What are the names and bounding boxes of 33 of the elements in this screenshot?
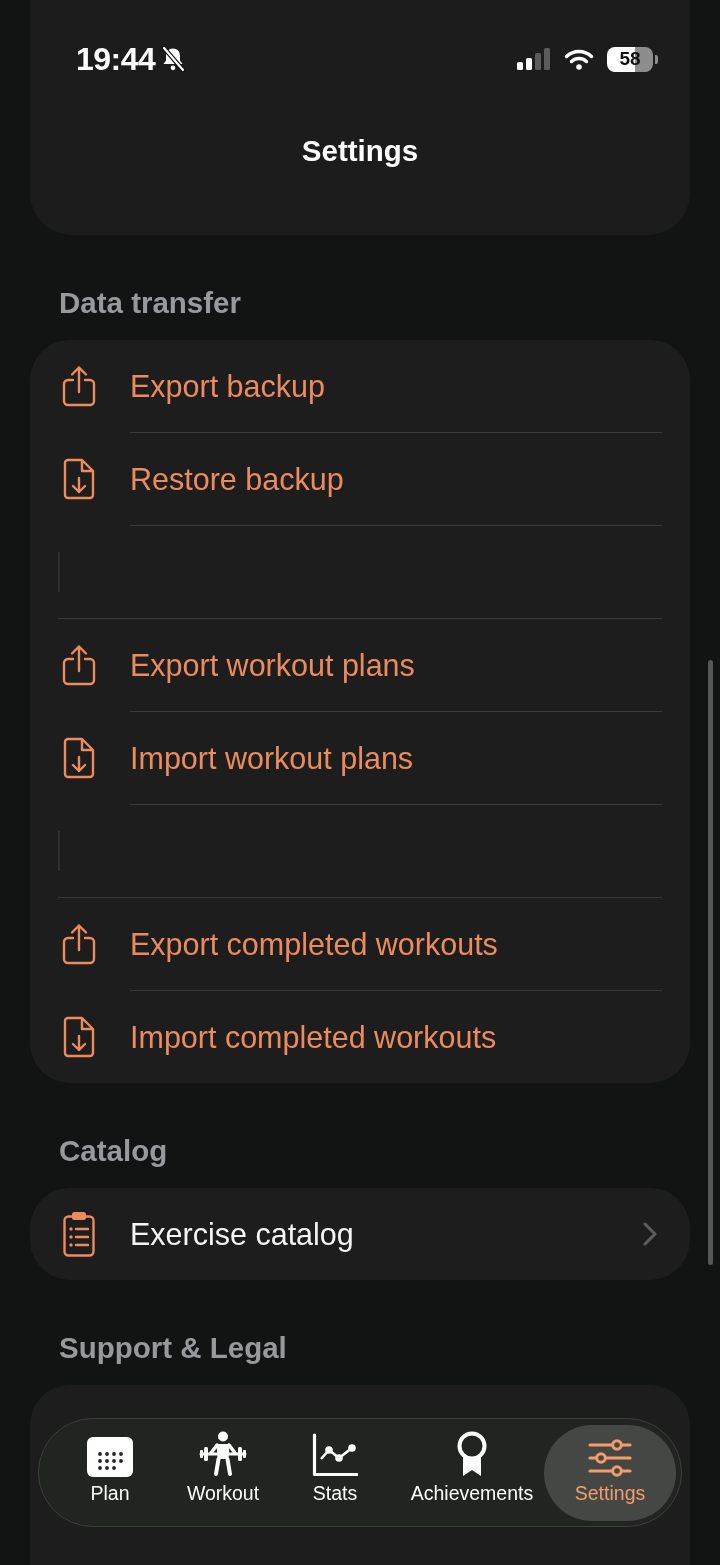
chevron-icon bbox=[643, 1222, 657, 1246]
document-download-icon bbox=[62, 458, 96, 500]
settings-row[interactable]: Export completed workouts bbox=[30, 898, 690, 990]
share-icon bbox=[62, 644, 96, 686]
tab[interactable]: Settings bbox=[544, 1424, 676, 1521]
award-ribbon-icon bbox=[455, 1430, 489, 1477]
signal-icon bbox=[517, 48, 551, 70]
settings-row[interactable]: Export backup bbox=[30, 340, 690, 432]
tab[interactable]: Stats bbox=[270, 1424, 400, 1521]
tab[interactable]: Plan bbox=[44, 1424, 176, 1521]
battery-percentage: 58 bbox=[619, 48, 641, 70]
share-icon bbox=[62, 365, 96, 407]
line-chart-icon bbox=[312, 1432, 358, 1477]
share-icon bbox=[62, 923, 96, 965]
document-download-icon bbox=[62, 1016, 96, 1058]
section-header: Catalog bbox=[59, 1134, 168, 1168]
tab[interactable]: Workout bbox=[176, 1424, 270, 1521]
sliders-icon bbox=[588, 1438, 632, 1477]
settings-row[interactable]: Import completed workouts bbox=[30, 991, 690, 1083]
page-title: Settings bbox=[301, 133, 419, 169]
settings-row[interactable]: Export workout plans bbox=[30, 619, 690, 711]
settings-row[interactable]: Exercise catalog bbox=[30, 1188, 690, 1280]
settings-row[interactable]: Import workout plans bbox=[30, 712, 690, 804]
clipboard-icon bbox=[62, 1210, 96, 1258]
settings-row[interactable]: Restore backup bbox=[30, 433, 690, 525]
weightlifter-icon bbox=[199, 1430, 247, 1477]
document-download-icon bbox=[62, 737, 96, 779]
calendar-icon bbox=[87, 1436, 133, 1477]
status-time: 19:44 bbox=[76, 41, 156, 77]
section-header: Support & Legal bbox=[59, 1331, 287, 1365]
wifi-icon bbox=[564, 48, 594, 70]
tab[interactable]: Achievements bbox=[400, 1424, 544, 1521]
section-header: Data transfer bbox=[59, 286, 241, 320]
